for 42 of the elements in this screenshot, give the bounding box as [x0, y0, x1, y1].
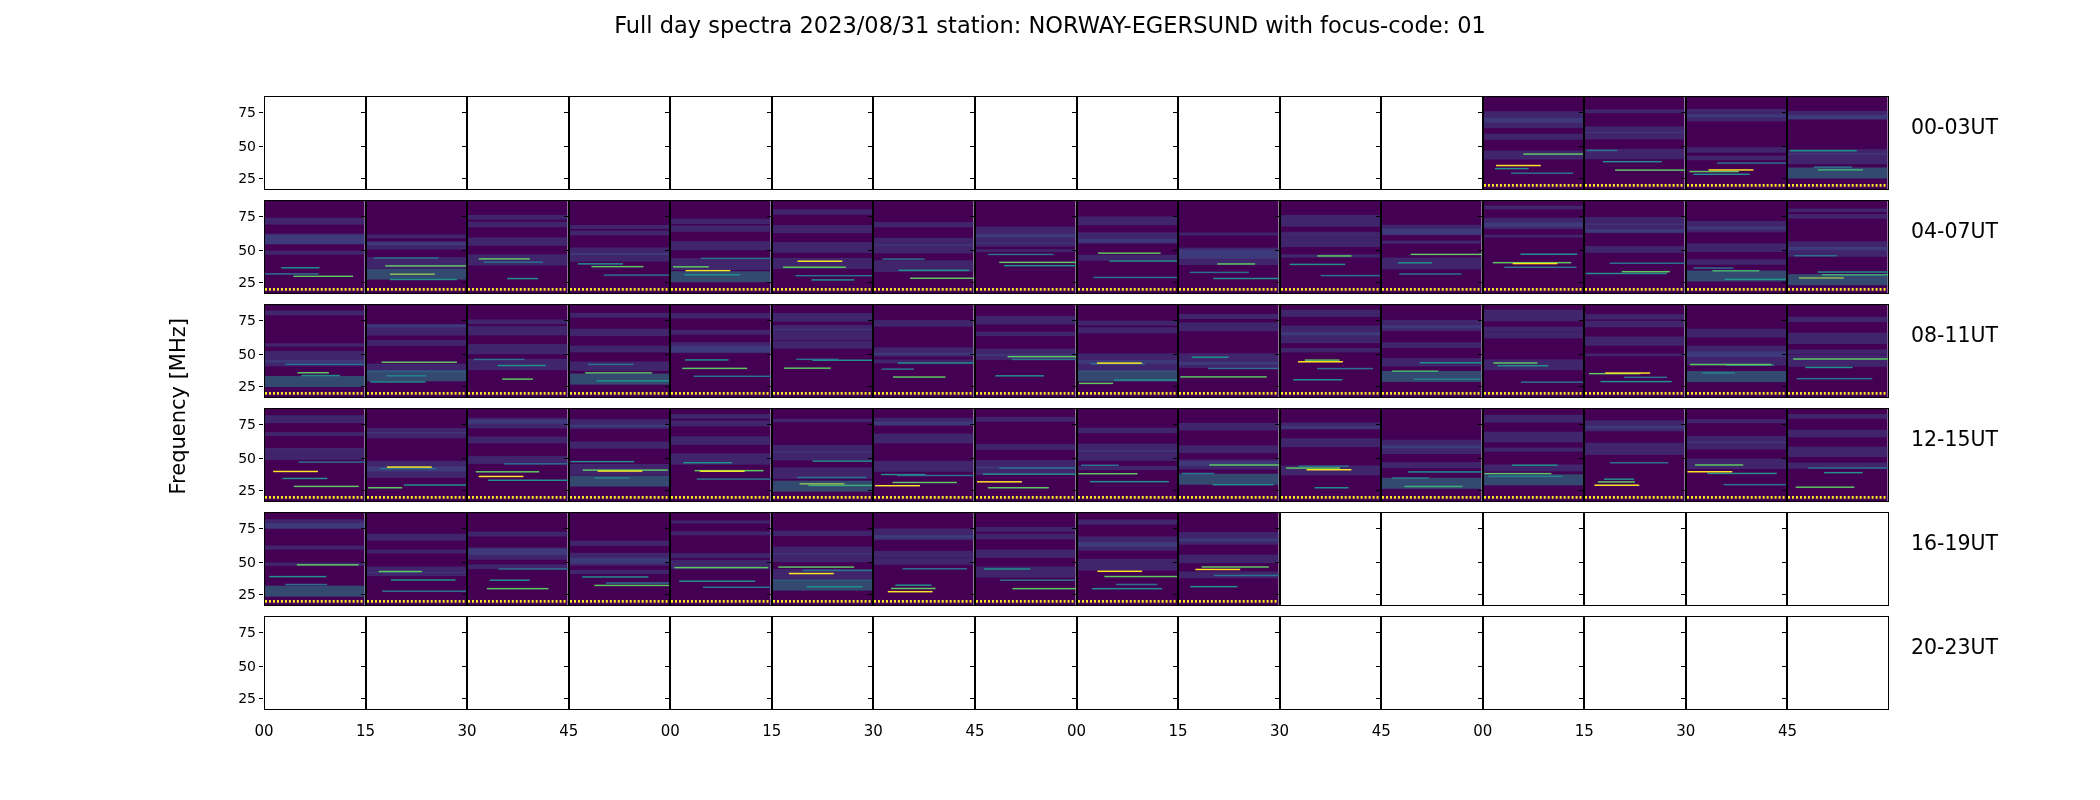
row-label: 16-19UT — [1911, 531, 1999, 555]
x-tick-label: 00 — [1066, 722, 1087, 740]
x-tick-label: 15 — [1168, 722, 1188, 740]
x-tick-label: 00 — [660, 722, 680, 740]
y-tick-label: 50 — [238, 449, 256, 466]
x-tick-label: 15 — [1574, 722, 1594, 740]
y-tick-label: 75 — [238, 519, 256, 536]
x-tick-label: 45 — [1777, 722, 1797, 740]
y-tick-label: 25 — [238, 481, 256, 498]
x-tick-label: 15 — [356, 722, 376, 740]
y-tick-label: 50 — [238, 657, 256, 674]
y-tick-label: 50 — [238, 345, 256, 362]
y-tick-label: 50 — [238, 241, 256, 258]
row-label: 04-07UT — [1911, 219, 1999, 243]
y-tick-label: 25 — [238, 585, 256, 602]
row-label: 20-23UT — [1911, 635, 1999, 659]
y-tick-label: 75 — [238, 103, 256, 120]
y-tick-label: 50 — [238, 553, 256, 570]
chart-title: Full day spectra 2023/08/31 station: NORWAY-EGERSUND with focus-code: 01 — [614, 12, 1486, 40]
y-tick-label: 25 — [238, 169, 256, 186]
y-axis-label: Frequency [MHz] — [166, 317, 190, 495]
x-tick-label: 30 — [1676, 722, 1696, 740]
x-tick-label: 45 — [1371, 722, 1391, 740]
x-tick-label: 15 — [762, 722, 782, 740]
x-tick-label: 30 — [863, 722, 883, 740]
x-tick-label: 00 — [1473, 722, 1493, 740]
y-tick-label: 50 — [238, 137, 256, 154]
row-label: 00-03UT — [1911, 115, 1999, 139]
y-tick-label: 75 — [238, 623, 256, 640]
y-tick-label: 25 — [238, 689, 256, 706]
x-tick-label: 30 — [1270, 722, 1290, 740]
x-tick-label: 00 — [254, 722, 274, 740]
y-tick-label: 75 — [238, 311, 256, 328]
x-tick-label: 45 — [965, 722, 985, 740]
y-tick-label: 25 — [238, 273, 256, 290]
y-tick-label: 75 — [238, 207, 256, 224]
row-label: 08-11UT — [1911, 323, 1999, 347]
x-tick-label: 45 — [559, 722, 579, 740]
y-tick-label: 25 — [238, 377, 256, 394]
x-tick-label: 30 — [457, 722, 477, 740]
row-label: 12-15UT — [1911, 427, 1999, 451]
y-tick-label: 75 — [238, 415, 256, 432]
